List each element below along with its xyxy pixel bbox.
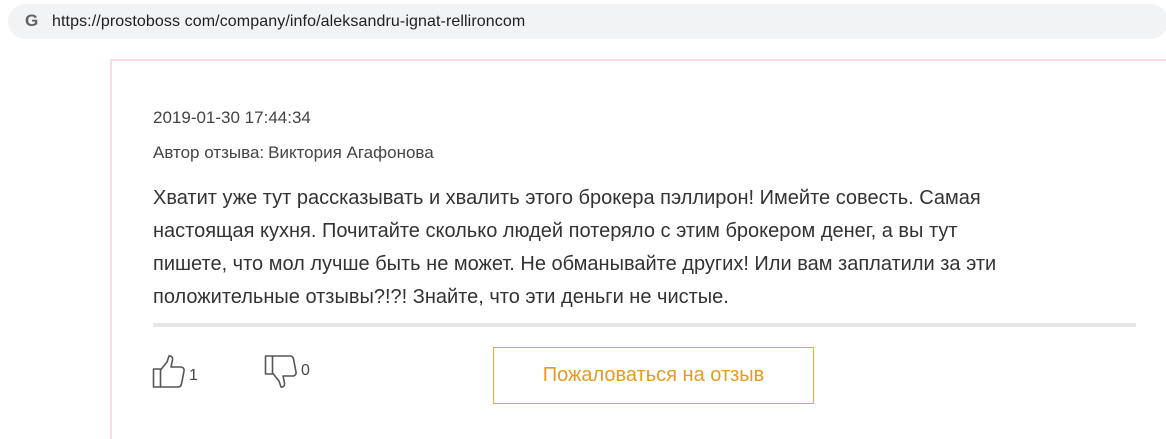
url-text[interactable]: https://prostoboss com/company/info/alek… <box>52 13 525 31</box>
review-text-line: Хватит уже тут рассказывать и хвалить эт… <box>153 187 981 209</box>
review-date: 2019-01-30 17:44:34 <box>153 108 311 127</box>
like-count: 1 <box>189 367 198 384</box>
review-text-line: пишете, что мол лучше быть не может. Не … <box>153 253 997 275</box>
author-name: Виктория Агафонова <box>268 143 434 162</box>
like-button[interactable]: 1 <box>152 350 198 390</box>
divider <box>153 323 1136 327</box>
google-g-icon: G <box>25 11 39 30</box>
dislike-button[interactable]: 0 <box>264 350 310 390</box>
thumbs-up-icon <box>152 354 186 390</box>
thumbs-down-icon <box>264 350 298 390</box>
author-label: Автор отзыва: <box>153 143 265 162</box>
review-text-line: настоящая кухня. Почитайте сколько людей… <box>153 220 958 242</box>
review-text: Хватит уже тут рассказывать и хвалить эт… <box>153 182 1143 314</box>
dislike-count: 0 <box>301 362 310 379</box>
review-text-line: положительные отзывы?!?! Знайте, что эти… <box>153 286 729 308</box>
report-review-button[interactable]: Пожаловаться на отзыв <box>493 347 814 404</box>
review-author: Автор отзыва: Виктория Агафонова <box>153 143 434 163</box>
address-bar[interactable]: G https://prostoboss com/company/info/al… <box>8 4 1166 39</box>
